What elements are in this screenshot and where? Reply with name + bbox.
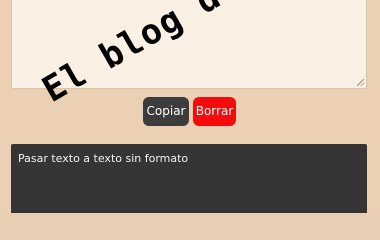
copy-button[interactable]: Copiar [143,97,189,126]
delete-button[interactable]: Borrar [193,97,236,126]
output-label: Pasar texto a texto sin formato [18,152,189,165]
resize-grip-icon[interactable] [357,79,364,86]
input-textarea[interactable] [11,0,367,89]
output-panel: Pasar texto a texto sin formato [11,144,367,213]
page: Copiar Borrar Pasar texto a texto sin fo… [0,0,380,213]
